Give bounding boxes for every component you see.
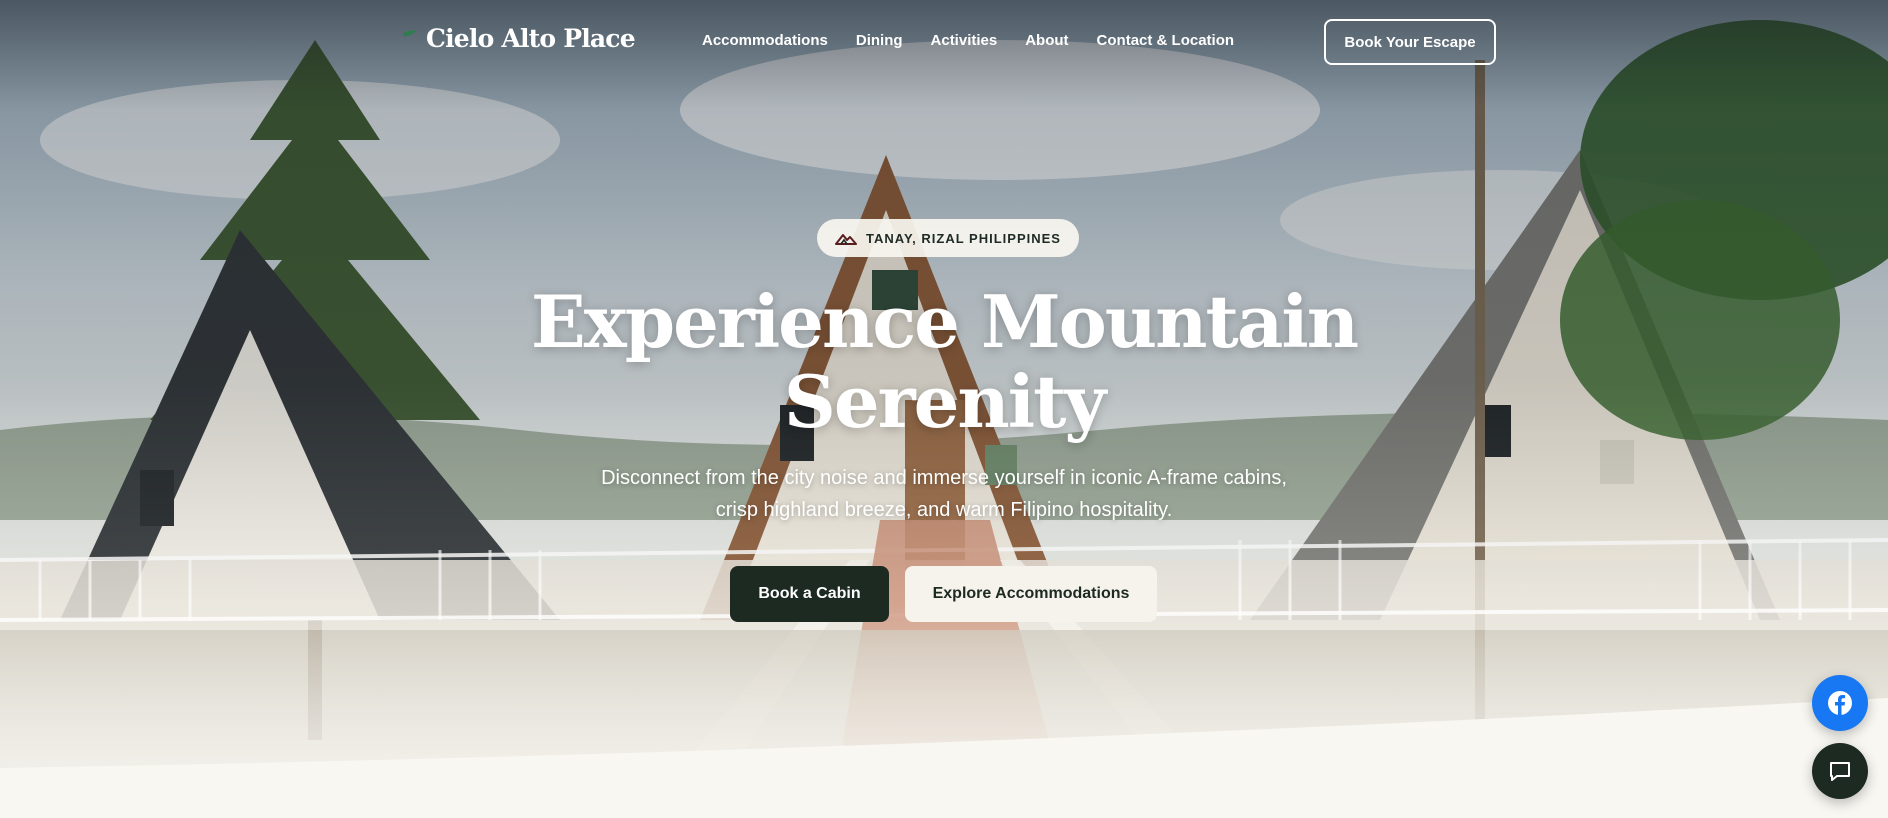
brand-logo[interactable]: Cielo Alto Place xyxy=(400,24,636,53)
main-nav: Accommodations Dining Activities About C… xyxy=(702,32,1234,49)
facebook-icon xyxy=(1828,691,1852,715)
hero-title-line-2: Serenity xyxy=(783,359,1106,444)
hero-subtitle: Disconnect from the city noise and immer… xyxy=(601,467,1287,521)
leaf-icon xyxy=(402,29,416,37)
hero-title-line-1: Experience Mountain xyxy=(530,279,1359,364)
book-your-escape-button[interactable]: Book Your Escape xyxy=(1324,19,1496,65)
brand-name: Cielo Alto Place xyxy=(426,24,636,53)
nav-contact-location[interactable]: Contact & Location xyxy=(1097,32,1235,49)
location-text: TANAY, RIZAL PHILIPPINES xyxy=(866,230,1061,246)
location-badge: TANAY, RIZAL PHILIPPINES xyxy=(817,219,1079,257)
nav-dining[interactable]: Dining xyxy=(856,32,903,49)
nav-accommodations[interactable]: Accommodations xyxy=(702,32,828,49)
book-a-cabin-button[interactable]: Book a Cabin xyxy=(730,566,889,622)
hero-title: Experience Mountain Serenity xyxy=(444,282,1444,442)
hero-bottom-curve xyxy=(0,698,1888,818)
nav-activities[interactable]: Activities xyxy=(931,32,998,49)
chat-icon xyxy=(1830,762,1850,781)
explore-accommodations-button[interactable]: Explore Accommodations xyxy=(905,566,1157,622)
nav-about[interactable]: About xyxy=(1025,32,1068,49)
facebook-button[interactable] xyxy=(1812,675,1868,731)
site-header: Cielo Alto Place Accommodations Dining A… xyxy=(0,0,1888,86)
chat-button[interactable] xyxy=(1812,743,1868,799)
mountain-icon xyxy=(835,234,857,245)
